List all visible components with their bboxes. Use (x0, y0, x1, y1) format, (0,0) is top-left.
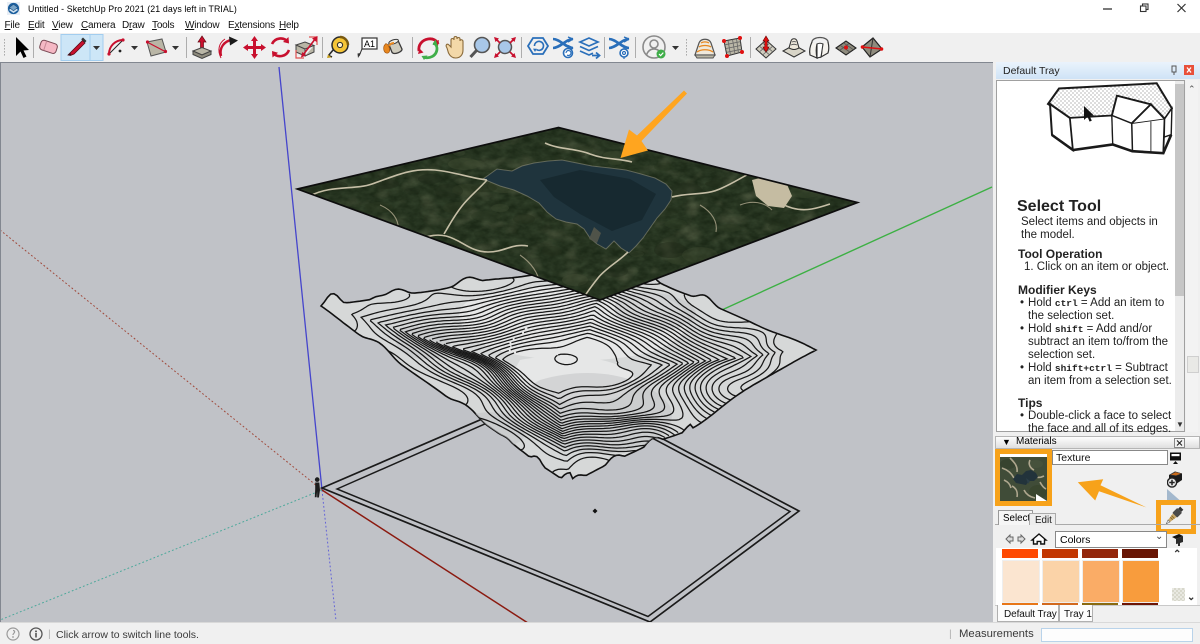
svg-text:A1: A1 (364, 39, 375, 49)
